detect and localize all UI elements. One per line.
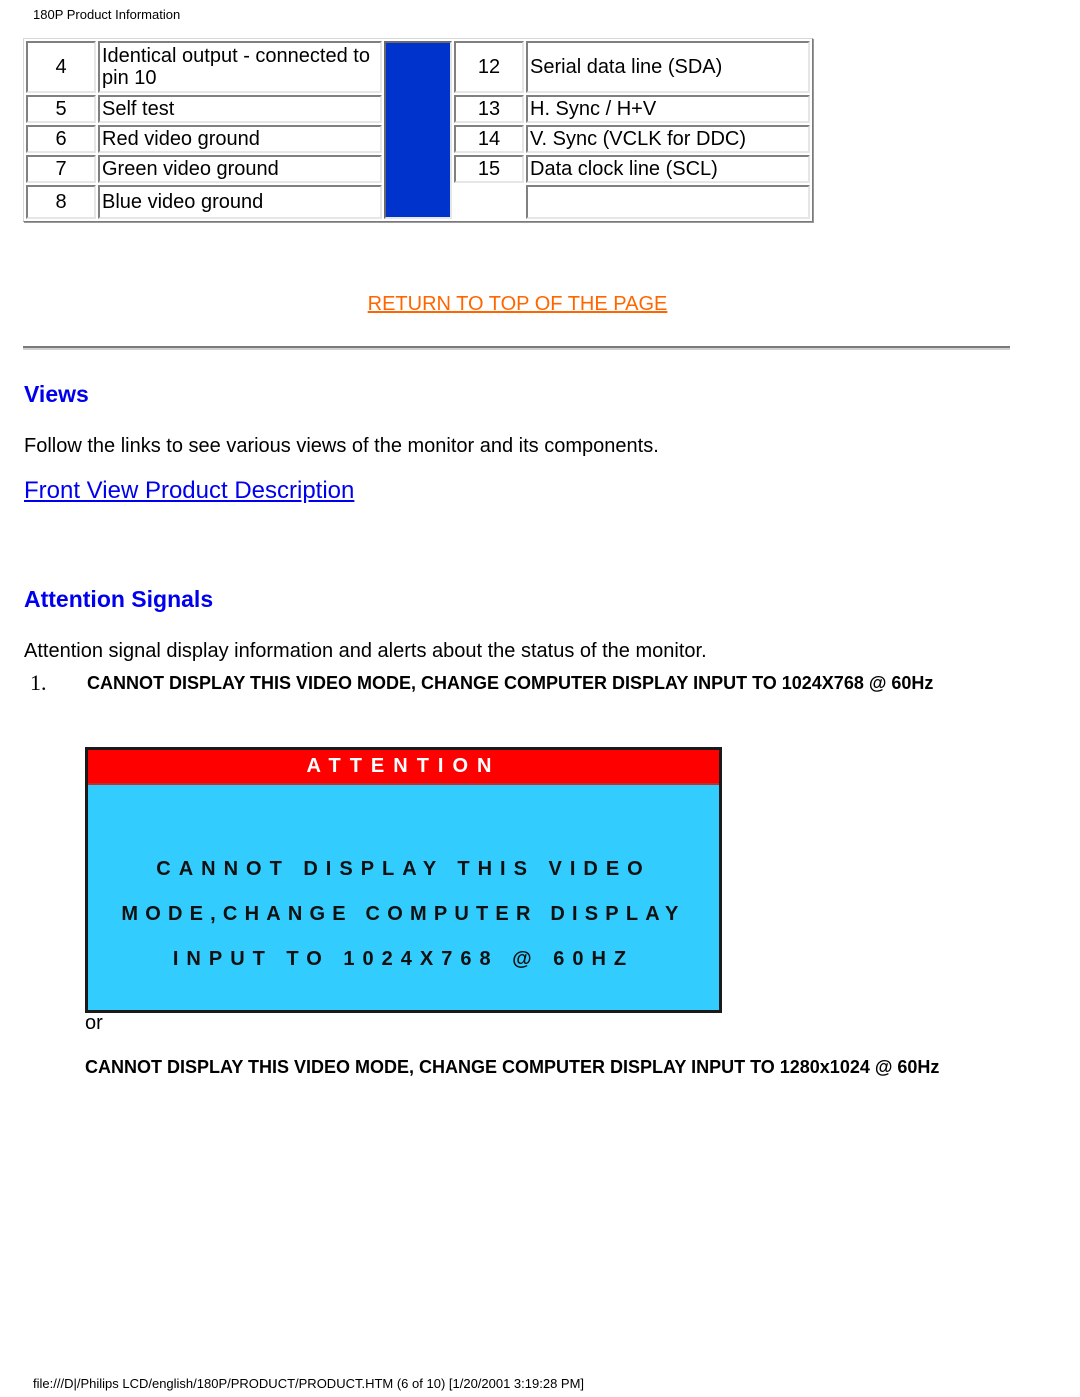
pin-number: 5 xyxy=(26,95,96,123)
list-item-text: CANNOT DISPLAY THIS VIDEO MODE, CHANGE C… xyxy=(87,673,934,693)
views-description: Follow the links to see various views of… xyxy=(24,435,659,457)
attention-signals-heading: Attention Signals xyxy=(24,586,214,612)
pin-number: 14 xyxy=(454,125,524,153)
pin-number: 15 xyxy=(454,155,524,183)
views-heading: Views xyxy=(24,381,89,407)
pin-signal: H. Sync / H+V xyxy=(526,95,810,123)
pin-signal: V. Sync (VCLK for DDC) xyxy=(526,125,810,153)
pin-number: 12 xyxy=(454,41,524,93)
or-text: or xyxy=(85,1012,103,1034)
pin-number: 4 xyxy=(26,41,96,93)
pin-signal: Identical output - connected to pin 10 xyxy=(98,41,382,93)
attention-description: Attention signal display information and… xyxy=(24,640,707,662)
osd-message-line: INPUT TO 1024X768 @ 60HZ xyxy=(172,948,635,970)
pin-signal: Data clock line (SCL) xyxy=(526,155,810,183)
pin-signal: Green video ground xyxy=(98,155,382,183)
pin-number: 6 xyxy=(26,125,96,153)
pin-number: 8 xyxy=(26,185,96,219)
table-row: 4 Identical output - connected to pin 10… xyxy=(26,41,810,219)
page-footer: file:///D|/Philips LCD/english/180P/PROD… xyxy=(33,1376,585,1391)
attention-osd-image: ATTENTION CANNOT DISPLAY THIS VIDEO MODE… xyxy=(85,747,722,1013)
pin-signal: Self test xyxy=(98,95,382,123)
running-header: 180P Product Information xyxy=(33,7,181,22)
pin-signal: Red video ground xyxy=(98,125,382,153)
osd-message-line: CANNOT DISPLAY THIS VIDEO xyxy=(156,858,651,880)
table-separator-column xyxy=(384,41,452,219)
empty-cell xyxy=(454,185,524,219)
return-to-top-link[interactable]: RETURN TO TOP OF THE PAGE xyxy=(0,293,1035,316)
pin-number: 7 xyxy=(26,155,96,183)
alternate-message: CANNOT DISPLAY THIS VIDEO MODE, CHANGE C… xyxy=(85,1057,940,1077)
osd-message-line: MODE,CHANGE COMPUTER DISPLAY xyxy=(121,903,686,925)
horizontal-rule xyxy=(23,346,1010,350)
osd-title-bar: ATTENTION xyxy=(88,750,719,785)
front-view-link[interactable]: Front View Product Description xyxy=(24,477,354,505)
empty-cell xyxy=(526,185,810,219)
list-item-number: 1. xyxy=(30,670,47,695)
pin-assignment-table: 4 Identical output - connected to pin 10… xyxy=(23,38,813,222)
pin-signal: Blue video ground xyxy=(98,185,382,219)
pin-number: 13 xyxy=(454,95,524,123)
pin-signal: Serial data line (SDA) xyxy=(526,41,810,93)
